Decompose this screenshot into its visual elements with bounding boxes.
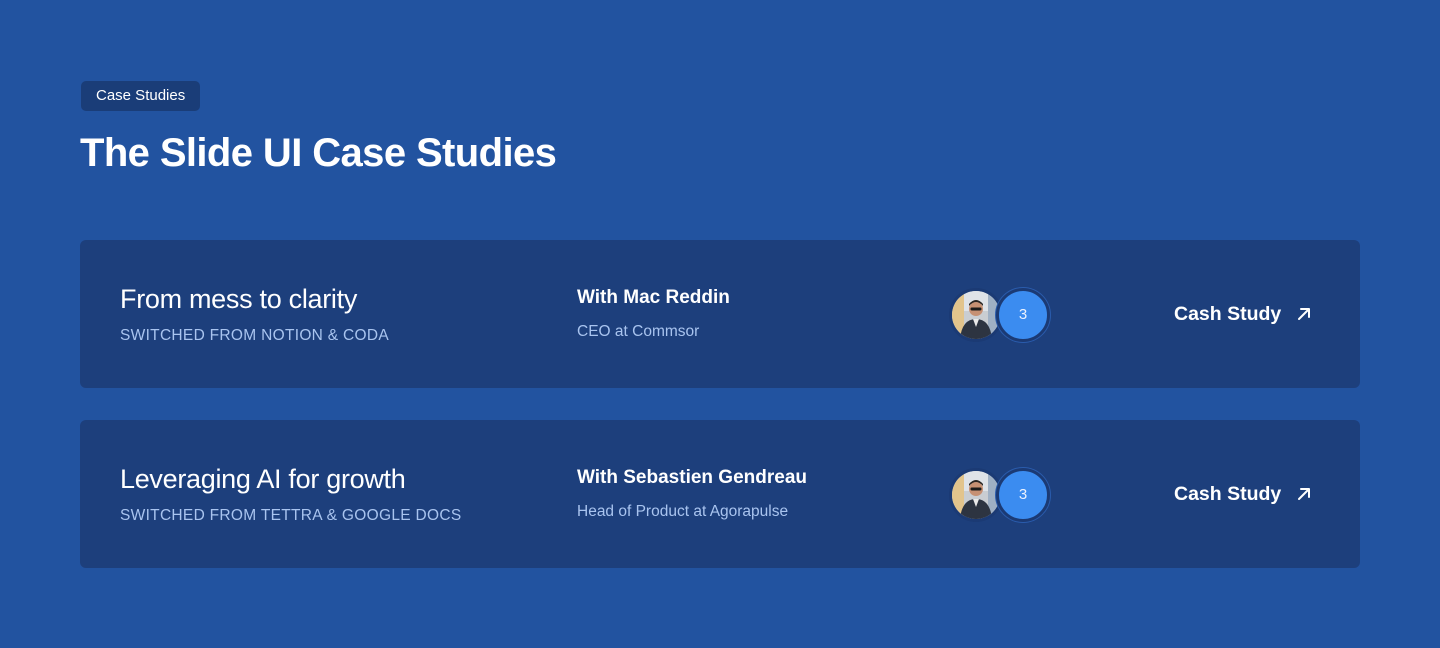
arrow-up-right-icon <box>1295 485 1313 503</box>
person-avatar-icon <box>952 471 1000 519</box>
case-study-list: From mess to clarity SWITCHED FROM NOTIO… <box>80 240 1360 600</box>
case-study-link-label: Cash Study <box>1174 483 1282 505</box>
case-studies-section: Case Studies The Slide UI Case Studies F… <box>0 0 1440 648</box>
case-study-link[interactable]: Cash Study <box>1174 300 1313 328</box>
person-role: Head of Product at Agorapulse <box>577 503 789 520</box>
person-avatar-icon <box>952 291 1000 339</box>
more-count-badge: 3 <box>996 288 1050 342</box>
avatar-group: 3 <box>949 288 1059 342</box>
person-name: With Mac Reddin <box>577 287 730 308</box>
case-study-card[interactable]: From mess to clarity SWITCHED FROM NOTIO… <box>80 240 1360 388</box>
person-name: With Sebastien Gendreau <box>577 467 807 488</box>
avatar <box>949 288 1003 342</box>
case-study-link[interactable]: Cash Study <box>1174 480 1313 508</box>
arrow-up-right-icon <box>1295 305 1313 323</box>
avatar <box>949 468 1003 522</box>
case-study-subtitle: SWITCHED FROM NOTION & CODA <box>120 327 390 344</box>
person-role: CEO at Commsor <box>577 323 700 340</box>
case-study-link-label: Cash Study <box>1174 303 1282 325</box>
avatar-group: 3 <box>949 468 1059 522</box>
case-study-title: Leveraging AI for growth <box>120 464 406 494</box>
section-badge: Case Studies <box>81 81 201 111</box>
more-count-badge: 3 <box>996 468 1050 522</box>
page-title: The Slide UI Case Studies <box>80 131 557 175</box>
case-study-card[interactable]: Leveraging AI for growth SWITCHED FROM T… <box>80 420 1360 568</box>
case-study-title: From mess to clarity <box>120 284 358 314</box>
case-study-subtitle: SWITCHED FROM TETTRA & GOOGLE DOCS <box>120 507 462 524</box>
